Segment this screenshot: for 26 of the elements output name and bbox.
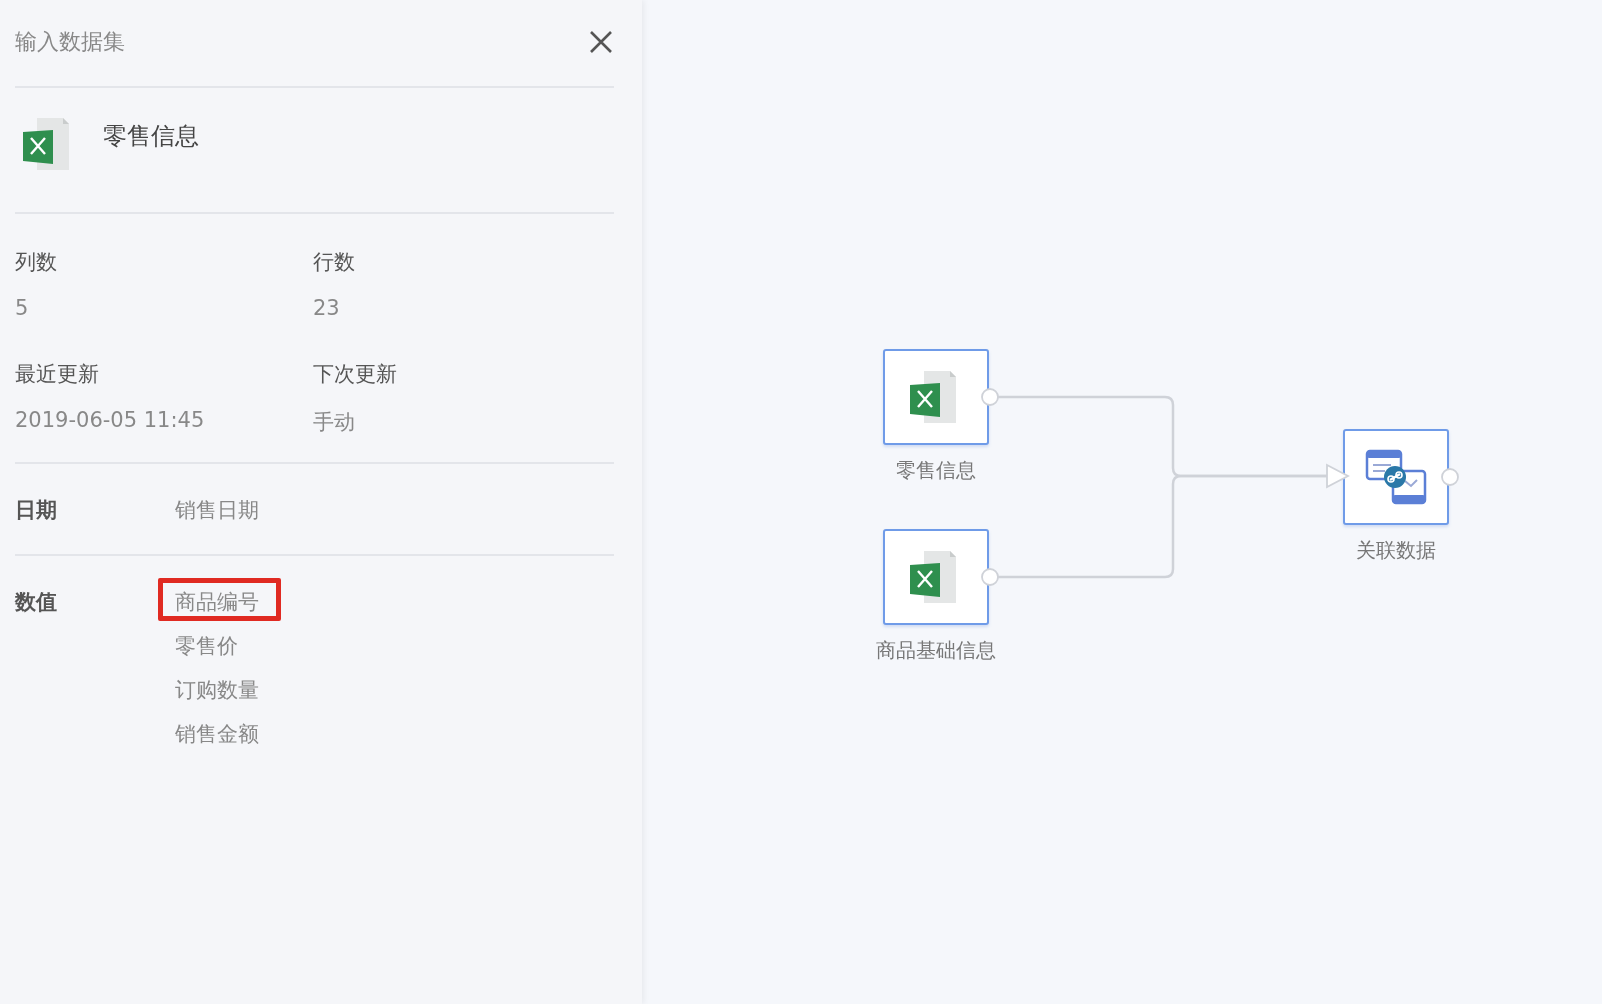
field-type-label: 数值 <box>15 589 58 616</box>
field-name: 订购数量 <box>175 677 259 704</box>
stat-label: 列数 <box>15 249 58 276</box>
node-label: 关联数据 <box>1356 537 1436 564</box>
linked-data-icon <box>1365 449 1427 505</box>
stat-value: 5 <box>15 296 30 320</box>
stat-label: 最近更新 <box>15 361 100 388</box>
panel-title: 输入数据集 <box>15 28 125 56</box>
field-name: 零售价 <box>175 633 238 660</box>
field-name: 销售金额 <box>175 721 259 748</box>
dataset-name: 零售信息 <box>103 121 199 152</box>
stat-value: 2019-06-05 11:45 <box>15 408 206 432</box>
join-node[interactable] <box>1343 429 1449 525</box>
input-port-icon[interactable] <box>1326 463 1350 489</box>
stat-value: 手动 <box>313 409 356 436</box>
dataset-node[interactable] <box>883 349 989 445</box>
stat-label: 下次更新 <box>313 361 398 388</box>
highlighted-field-name: 商品编号 <box>158 578 281 621</box>
dataset-node[interactable] <box>883 529 989 625</box>
close-button[interactable] <box>588 29 614 55</box>
field-type-label: 日期 <box>15 497 58 524</box>
stat-value: 23 <box>313 296 341 320</box>
stat-label: 行数 <box>313 249 356 276</box>
node-label: 商品基础信息 <box>876 637 996 664</box>
field-name: 销售日期 <box>175 497 259 524</box>
node-label: 零售信息 <box>896 457 976 484</box>
